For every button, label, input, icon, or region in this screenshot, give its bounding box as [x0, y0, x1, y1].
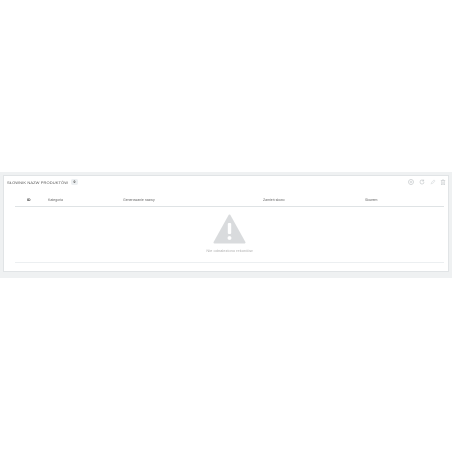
panel-title: SŁOWNIK NAZW PRODUKTÓW	[7, 180, 69, 185]
empty-state-row: Nie odnaleziono rekordów	[15, 207, 444, 263]
panel-header: SŁOWNIK NAZW PRODUKTÓW 0	[4, 176, 448, 190]
warning-icon	[213, 214, 246, 244]
column-header-generated-name[interactable]: Generowanie nazwy	[123, 198, 155, 202]
column-header-word[interactable]: Słowem	[365, 198, 377, 202]
table-header: ID Kategoria Generowanie nazwy Zamień sł…	[15, 196, 444, 207]
column-header-id[interactable]: ID	[27, 198, 31, 202]
plus-circle-icon[interactable]	[408, 179, 414, 185]
empty-state-message: Nie odnaleziono rekordów	[206, 248, 253, 253]
product-names-table: ID Kategoria Generowanie nazwy Zamień sł…	[15, 196, 444, 263]
trash-icon[interactable]	[440, 179, 446, 185]
column-header-category[interactable]: Kategoria	[48, 198, 63, 202]
refresh-icon[interactable]	[419, 179, 425, 185]
edit-icon[interactable]	[430, 179, 436, 185]
column-header-replace-word[interactable]: Zamień słowo	[263, 198, 285, 202]
record-count-badge: 0	[71, 179, 78, 185]
product-names-panel: SŁOWNIK NAZW PRODUKTÓW 0 ID Kategoria Ge…	[3, 175, 449, 272]
